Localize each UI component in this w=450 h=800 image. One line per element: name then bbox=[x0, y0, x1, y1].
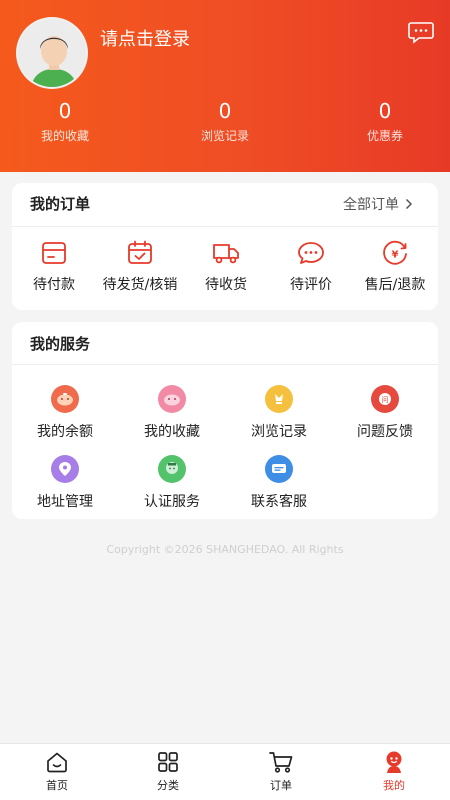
service-balance[interactable]: 我的余额 bbox=[15, 385, 115, 441]
orders-divider bbox=[12, 226, 438, 227]
order-item-label: 待发货/核销 bbox=[102, 277, 178, 293]
service-label: 浏览记录 bbox=[251, 424, 307, 440]
bottom-tab-bar: 首页 分类 订单 我的 bbox=[0, 743, 450, 800]
service-favorites[interactable]: 我的收藏 bbox=[122, 385, 222, 441]
wallet-icon bbox=[42, 242, 66, 264]
service-customer-service[interactable]: 联系客服 bbox=[229, 455, 329, 511]
order-item-label: 售后/退款 bbox=[364, 277, 426, 293]
order-pending-payment[interactable]: 待付款 bbox=[9, 240, 99, 294]
service-label: 我的收藏 bbox=[144, 424, 200, 440]
category-icon bbox=[158, 752, 178, 772]
order-item-label: 待收货 bbox=[205, 277, 247, 293]
stat-value: 0 bbox=[378, 99, 392, 123]
order-item-label: 待付款 bbox=[33, 277, 75, 293]
profile-header: 请点击登录 0 我的收藏 0 浏览记录 0 优惠券 bbox=[0, 0, 450, 172]
stat-value: 0 bbox=[218, 99, 232, 123]
avatar[interactable] bbox=[16, 17, 88, 89]
order-pending-shipment[interactable]: 待发货/核销 bbox=[95, 240, 185, 294]
order-pending-receipt[interactable]: 待收货 bbox=[181, 240, 271, 294]
stat-favorites[interactable]: 0 我的收藏 bbox=[5, 98, 125, 144]
stat-label: 浏览记录 bbox=[200, 129, 249, 143]
tab-label: 我的 bbox=[383, 779, 405, 792]
service-label: 问题反馈 bbox=[357, 424, 413, 440]
verify-icon bbox=[158, 455, 186, 483]
service-label: 认证服务 bbox=[144, 494, 200, 510]
copyright-text: Copyright ©2026 SHANGHEDAO. All Rights bbox=[106, 543, 344, 556]
tab-label: 首页 bbox=[46, 779, 68, 792]
service-label: 联系客服 bbox=[251, 494, 307, 510]
login-prompt[interactable]: 请点击登录 bbox=[100, 25, 190, 51]
stat-history[interactable]: 0 浏览记录 bbox=[165, 98, 285, 144]
service-history[interactable]: 浏览记录 bbox=[229, 385, 329, 441]
customer-service-icon bbox=[265, 455, 293, 483]
tab-home[interactable]: 首页 bbox=[1, 750, 113, 793]
history-icon bbox=[265, 385, 293, 413]
stat-coupons[interactable]: 0 优惠券 bbox=[325, 98, 445, 144]
service-label: 地址管理 bbox=[37, 494, 93, 510]
stat-label: 我的收藏 bbox=[40, 129, 89, 143]
feedback-icon: 问 bbox=[371, 385, 399, 413]
tab-orders[interactable]: 订单 bbox=[225, 750, 337, 793]
all-orders-link[interactable]: 全部订单 bbox=[343, 194, 430, 214]
svg-text:¥: ¥ bbox=[392, 250, 399, 261]
location-icon bbox=[51, 455, 79, 483]
svg-text:问: 问 bbox=[382, 396, 389, 404]
all-orders-label: 全部订单 bbox=[343, 197, 399, 213]
stat-label: 优惠券 bbox=[366, 129, 403, 143]
service-label: 我的余额 bbox=[37, 424, 93, 440]
service-verify[interactable]: 认证服务 bbox=[122, 455, 222, 511]
tab-label: 分类 bbox=[157, 779, 179, 792]
service-feedback[interactable]: 问 问题反馈 bbox=[335, 385, 435, 441]
refund-icon: ¥ bbox=[383, 240, 407, 265]
order-item-label: 待评价 bbox=[290, 277, 332, 293]
favorites-icon bbox=[158, 385, 186, 413]
calendar-check-icon bbox=[128, 240, 152, 264]
order-pending-review[interactable]: 待评价 bbox=[266, 240, 356, 294]
tab-category[interactable]: 分类 bbox=[112, 750, 224, 793]
profile-icon bbox=[386, 751, 402, 773]
stat-value: 0 bbox=[58, 99, 72, 123]
services-divider bbox=[12, 364, 438, 365]
services-title: 我的服务 bbox=[30, 335, 91, 353]
delivery-truck-icon bbox=[213, 244, 239, 264]
home-icon bbox=[47, 752, 67, 773]
service-address[interactable]: 地址管理 bbox=[15, 455, 115, 511]
comment-icon bbox=[298, 242, 324, 264]
tab-label: 订单 bbox=[270, 779, 292, 792]
message-icon[interactable] bbox=[408, 21, 434, 45]
balance-icon bbox=[51, 385, 79, 413]
orders-title: 我的订单 bbox=[30, 195, 91, 213]
tab-profile[interactable]: 我的 bbox=[338, 750, 450, 793]
order-after-sales[interactable]: ¥ 售后/退款 bbox=[350, 240, 440, 294]
cart-icon bbox=[269, 752, 293, 773]
chevron-right-icon bbox=[405, 198, 413, 210]
